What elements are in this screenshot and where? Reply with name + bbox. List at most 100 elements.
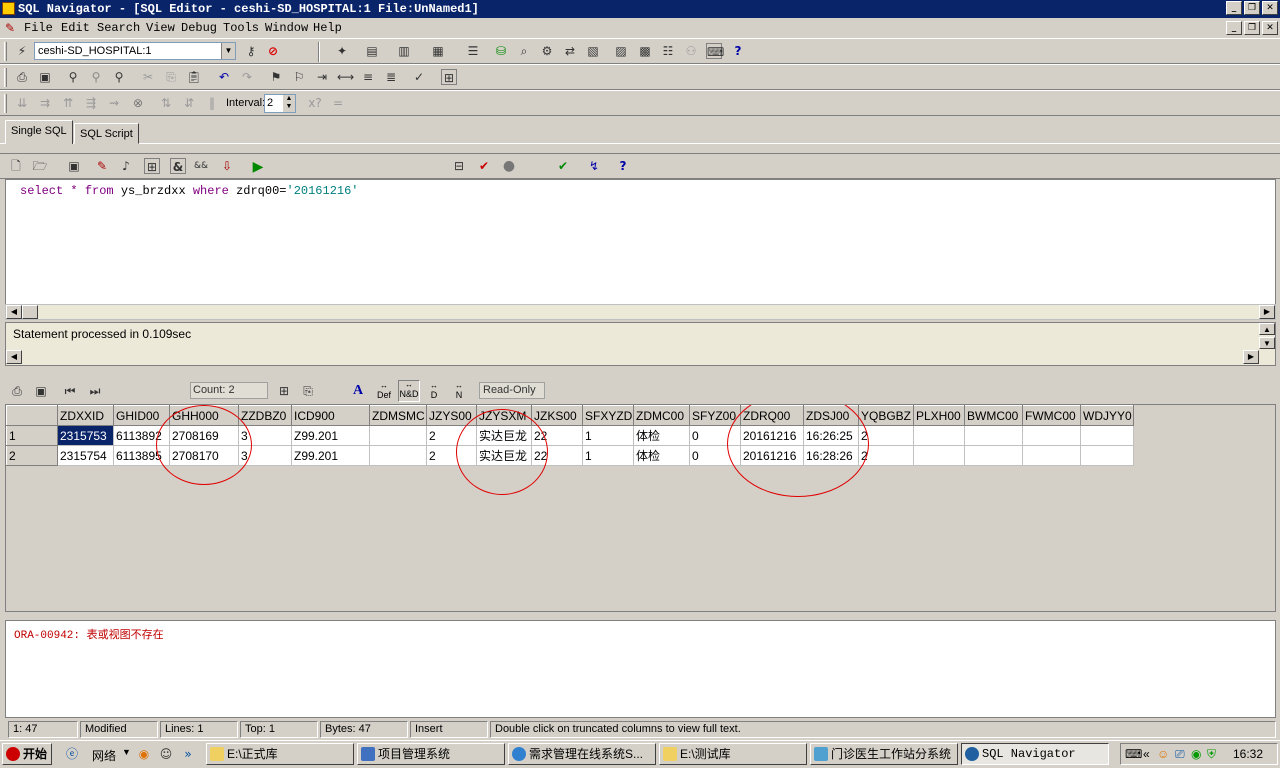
start-button[interactable]: 开始 bbox=[2, 743, 52, 765]
list-icon[interactable]: ☰ bbox=[465, 43, 481, 59]
col-header[interactable]: ZZDBZ0 bbox=[238, 405, 292, 426]
evaluate-icon[interactable]: ⇵ bbox=[181, 95, 197, 111]
object-tools-icon[interactable]: ▦ bbox=[430, 43, 446, 59]
export-icon[interactable]: ⇩ bbox=[219, 158, 235, 174]
watch-expr-icon[interactable]: x? bbox=[307, 95, 323, 111]
table-icon[interactable]: ⊞ bbox=[144, 158, 160, 174]
qq-icon[interactable]: ☺ bbox=[158, 746, 174, 762]
execute-icon[interactable]: ▶ bbox=[250, 159, 266, 175]
chevron-down-icon[interactable]: ▼ bbox=[221, 43, 235, 59]
table-cell[interactable] bbox=[369, 425, 427, 446]
step-into-icon[interactable]: ⇊ bbox=[14, 95, 30, 111]
step-out-icon[interactable]: ⇈ bbox=[60, 95, 76, 111]
sql-help-icon[interactable]: ? bbox=[615, 158, 631, 174]
breakpoint-icon[interactable]: ⇝ bbox=[106, 95, 122, 111]
keyboard-icon[interactable]: ⌨ bbox=[706, 43, 724, 59]
grid-print-icon[interactable]: ⎙ bbox=[9, 383, 25, 399]
mdi-close-button[interactable]: ✕ bbox=[1262, 21, 1278, 35]
menu-tools[interactable]: Tools bbox=[223, 21, 259, 35]
audio-icon[interactable]: ♪ bbox=[118, 158, 134, 174]
col-header[interactable]: WDJYY0 bbox=[1080, 405, 1134, 426]
disconnect-icon[interactable]: ⊘ bbox=[265, 43, 281, 59]
find-next-icon[interactable]: ⚲ bbox=[88, 69, 104, 85]
connect-icon[interactable]: ⚡ bbox=[14, 43, 30, 59]
stop-icon[interactable]: ⊗ bbox=[130, 95, 146, 111]
keyboard-tray-icon[interactable]: ⌨ bbox=[1125, 744, 1142, 764]
editor-scrollbar[interactable]: ◀ ▶ bbox=[5, 304, 1276, 320]
table-cell[interactable]: Z99.201 bbox=[291, 445, 370, 466]
msg-scroll-right-icon[interactable]: ▶ bbox=[1243, 350, 1259, 364]
explain-plan-icon[interactable]: ✔ bbox=[476, 158, 492, 174]
ampersand-icon[interactable]: & bbox=[170, 158, 186, 174]
table-cell[interactable]: 1 bbox=[582, 425, 634, 446]
col-header[interactable]: ZDMSMC bbox=[369, 405, 427, 426]
tab-single-sql[interactable]: Single SQL bbox=[5, 120, 73, 144]
table-cell[interactable]: Z99.201 bbox=[291, 425, 370, 446]
first-record-icon[interactable]: ⏮ bbox=[62, 383, 78, 399]
qq-tray-icon[interactable]: ☺ bbox=[1157, 744, 1169, 764]
scroll-right-icon[interactable]: ▶ bbox=[1259, 305, 1275, 319]
parameters-icon[interactable]: && bbox=[193, 158, 209, 174]
row-number[interactable]: 2 bbox=[6, 445, 58, 466]
table-cell[interactable] bbox=[913, 425, 965, 446]
network-label[interactable]: 网络 bbox=[92, 747, 116, 764]
column-layout-icon[interactable]: ⊞ bbox=[276, 383, 292, 399]
document-icon[interactable]: ✎ bbox=[2, 20, 18, 36]
interval-stepper[interactable]: 2 ▲ ▼ bbox=[264, 94, 296, 113]
copy-icon[interactable]: ⎘ bbox=[163, 69, 179, 85]
stop-execution-icon[interactable]: ● bbox=[501, 158, 517, 174]
project-icon[interactable]: ▨ bbox=[613, 43, 629, 59]
taskbar-item-active[interactable]: SQL Navigator bbox=[961, 743, 1109, 765]
edit-sql-icon[interactable]: ✎ bbox=[94, 158, 110, 174]
watch-icon[interactable]: ⇅ bbox=[158, 95, 174, 111]
ie-icon[interactable]: ⓔ bbox=[64, 746, 80, 762]
col-header[interactable]: ICD900 bbox=[291, 405, 370, 426]
col-header[interactable]: FWMC00 bbox=[1022, 405, 1081, 426]
shield-tray-icon[interactable]: ⛨ bbox=[1207, 744, 1216, 764]
menu-search[interactable]: Search bbox=[97, 21, 140, 35]
scroll-thumb[interactable] bbox=[22, 305, 38, 319]
find-object-icon[interactable]: ⌕ bbox=[516, 43, 532, 59]
database-icon[interactable]: ⛁ bbox=[493, 43, 509, 59]
table-cell[interactable]: 体检 bbox=[633, 445, 690, 466]
sql-editor[interactable]: select * from ys_brzdxx where zdrq00='20… bbox=[5, 179, 1276, 307]
quick-launch-icon[interactable]: » bbox=[180, 746, 196, 762]
format-icon[interactable]: ✓ bbox=[411, 69, 427, 85]
col-header[interactable]: JZKS00 bbox=[531, 405, 583, 426]
grid-view-icon[interactable]: ⊟ bbox=[451, 158, 467, 174]
table-cell[interactable] bbox=[369, 445, 427, 466]
undo-icon[interactable]: ↶ bbox=[216, 69, 232, 85]
commit-icon[interactable]: ✔ bbox=[555, 158, 571, 174]
result-grid[interactable]: ZDXXID GHID00 GHH000 ZZDBZ0 ICD900 ZDMSM… bbox=[5, 404, 1276, 612]
menu-view[interactable]: View bbox=[146, 21, 175, 35]
mdi-restore-button[interactable]: ❐ bbox=[1244, 21, 1260, 35]
table-cell[interactable] bbox=[1080, 425, 1134, 446]
scroll-left-icon[interactable]: ◀ bbox=[6, 305, 22, 319]
network-chevron-icon[interactable]: ▼ bbox=[122, 747, 131, 757]
col-header[interactable]: GHID00 bbox=[113, 405, 170, 426]
tree-icon[interactable]: ☷ bbox=[660, 43, 676, 59]
align-right-icon[interactable]: ≣ bbox=[383, 69, 399, 85]
new-file-icon[interactable]: 🗋︎ bbox=[8, 158, 24, 174]
table-cell[interactable]: 2315753 bbox=[57, 425, 114, 446]
menu-file[interactable]: File bbox=[24, 21, 53, 35]
tab-sql-script[interactable]: SQL Script bbox=[74, 123, 139, 144]
explain-icon[interactable]: ⚙ bbox=[539, 43, 555, 59]
wand-icon[interactable]: ✦ bbox=[334, 43, 350, 59]
pause-icon[interactable]: ‖ bbox=[204, 95, 220, 111]
schema-icon[interactable]: ▩ bbox=[637, 43, 653, 59]
firefox-icon[interactable]: ◉ bbox=[136, 746, 152, 762]
spin-arrows-icon[interactable]: ▲ ▼ bbox=[283, 95, 295, 112]
menu-help[interactable]: Help bbox=[313, 21, 342, 35]
table-cell[interactable] bbox=[964, 445, 1023, 466]
col-header[interactable]: SFXYZD bbox=[582, 405, 634, 426]
minimize-button[interactable]: _ bbox=[1226, 1, 1242, 15]
menu-edit[interactable]: Edit bbox=[61, 21, 90, 35]
save-sql-icon[interactable]: ▣ bbox=[66, 158, 82, 174]
col-header[interactable]: PLXH00 bbox=[913, 405, 965, 426]
connection-select[interactable]: ceshi-SD_HOSPITAL:1 ▼ bbox=[34, 42, 236, 60]
def-toggle[interactable]: ↔ Def bbox=[374, 382, 394, 401]
rollback-icon[interactable]: ↯ bbox=[586, 158, 602, 174]
security-tray-icon[interactable]: ◉ bbox=[1191, 744, 1201, 764]
replace-icon[interactable]: ⚲ bbox=[111, 69, 127, 85]
